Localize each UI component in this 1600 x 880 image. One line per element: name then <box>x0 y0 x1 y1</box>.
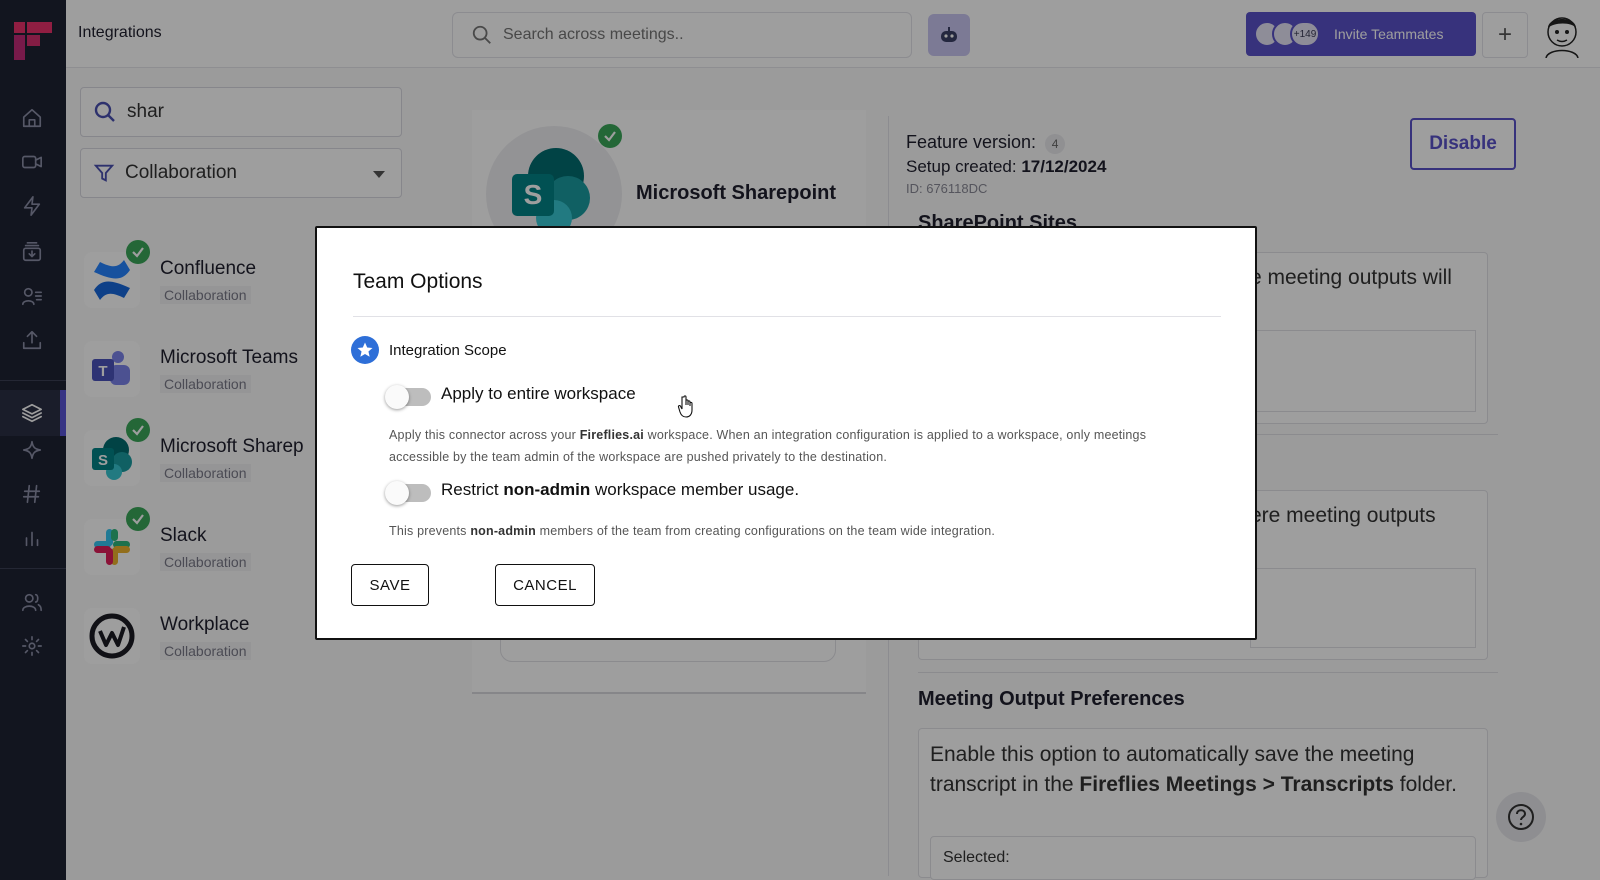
desc-text: members of the team from creating config… <box>536 524 996 538</box>
desc-text: This prevents <box>389 524 471 538</box>
restrict-non-admin-toggle[interactable] <box>385 481 431 505</box>
restrict-non-admin-description: This prevents non-admin members of the t… <box>389 520 1209 542</box>
team-options-modal: Team Options Integration Scope Apply to … <box>315 226 1257 640</box>
apply-workspace-toggle[interactable] <box>385 385 431 409</box>
apply-workspace-description: Apply this connector across your Firefli… <box>389 424 1189 468</box>
save-button[interactable]: SAVE <box>351 564 429 606</box>
cancel-button[interactable]: CANCEL <box>495 564 595 606</box>
modal-title: Team Options <box>353 270 483 293</box>
apply-workspace-label: Apply to entire workspace <box>441 384 636 403</box>
toggle-knob <box>385 385 409 409</box>
modal-divider <box>353 316 1221 317</box>
desc-bold: non-admin <box>470 524 536 538</box>
toggle-knob <box>385 481 409 505</box>
star-badge-icon <box>351 336 379 364</box>
hand-cursor-icon <box>677 395 693 418</box>
desc-bold: Fireflies.ai <box>579 428 644 442</box>
integration-scope-label: Integration Scope <box>389 342 507 359</box>
desc-text: Apply this connector across your <box>389 428 580 442</box>
label-bold: non-admin <box>503 480 591 499</box>
label-text: Restrict <box>441 480 504 499</box>
restrict-non-admin-label: Restrict non-admin workspace member usag… <box>441 480 799 500</box>
label-text: workspace member usage. <box>590 480 800 499</box>
